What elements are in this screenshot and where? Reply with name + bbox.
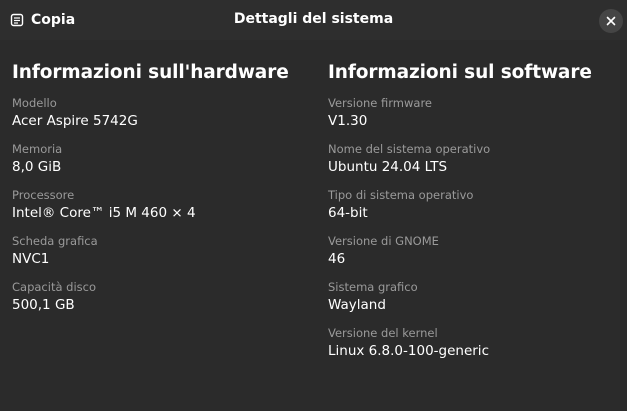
field-label: Versione di GNOME bbox=[328, 234, 439, 248]
field-graphics: Scheda grafica NVC1 bbox=[12, 234, 312, 280]
field-model: Modello Acer Aspire 5742G bbox=[12, 96, 312, 142]
field-label: Sistema grafico bbox=[328, 280, 418, 294]
field-processor: Processore Intel® Core™ i5 M 460 × 4 bbox=[12, 188, 312, 234]
field-value: 64-bit bbox=[328, 205, 368, 221]
field-label: Processore bbox=[12, 188, 75, 202]
field-label: Versione firmware bbox=[328, 96, 432, 110]
field-value: 46 bbox=[328, 251, 346, 267]
field-windowing-system: Sistema grafico Wayland bbox=[328, 280, 618, 326]
field-value: V1.30 bbox=[328, 113, 368, 129]
header-bar: Copia Dettagli del sistema bbox=[0, 0, 627, 40]
field-label: Memoria bbox=[12, 142, 63, 156]
field-label: Tipo di sistema operativo bbox=[328, 188, 474, 202]
field-label: Capacità disco bbox=[12, 280, 96, 294]
field-disk-capacity: Capacità disco 500,1 GB bbox=[12, 280, 312, 326]
field-value: Intel® Core™ i5 M 460 × 4 bbox=[12, 205, 196, 221]
field-value: 8,0 GiB bbox=[12, 159, 62, 175]
field-gnome-version: Versione di GNOME 46 bbox=[328, 234, 618, 280]
field-value: NVC1 bbox=[12, 251, 50, 267]
field-label: Nome del sistema operativo bbox=[328, 142, 491, 156]
close-button[interactable] bbox=[599, 9, 623, 33]
field-firmware-version: Versione firmware V1.30 bbox=[328, 96, 618, 142]
field-value: Linux 6.8.0-100-generic bbox=[328, 343, 489, 359]
close-icon bbox=[606, 16, 616, 26]
field-os-name: Nome del sistema operativo Ubuntu 24.04 … bbox=[328, 142, 618, 188]
software-section: Informazioni sul software Versione firmw… bbox=[328, 62, 618, 372]
hardware-heading: Informazioni sull'hardware bbox=[12, 62, 289, 83]
field-value: Ubuntu 24.04 LTS bbox=[328, 159, 448, 175]
field-kernel-version: Versione del kernel Linux 6.8.0-100-gene… bbox=[328, 326, 618, 372]
field-label: Scheda grafica bbox=[12, 234, 98, 248]
software-heading: Informazioni sul software bbox=[328, 62, 592, 83]
field-value: Acer Aspire 5742G bbox=[12, 113, 138, 129]
field-label: Versione del kernel bbox=[328, 326, 438, 340]
field-value: 500,1 GB bbox=[12, 297, 75, 313]
field-value: Wayland bbox=[328, 297, 386, 313]
field-label: Modello bbox=[12, 96, 57, 110]
hardware-section: Informazioni sull'hardware Modello Acer … bbox=[12, 62, 312, 326]
window-title: Dettagli del sistema bbox=[233, 11, 394, 27]
field-os-type: Tipo di sistema operativo 64-bit bbox=[328, 188, 618, 234]
system-details-dialog: Copia Dettagli del sistema Informazioni … bbox=[0, 0, 627, 411]
field-memory: Memoria 8,0 GiB bbox=[12, 142, 312, 188]
